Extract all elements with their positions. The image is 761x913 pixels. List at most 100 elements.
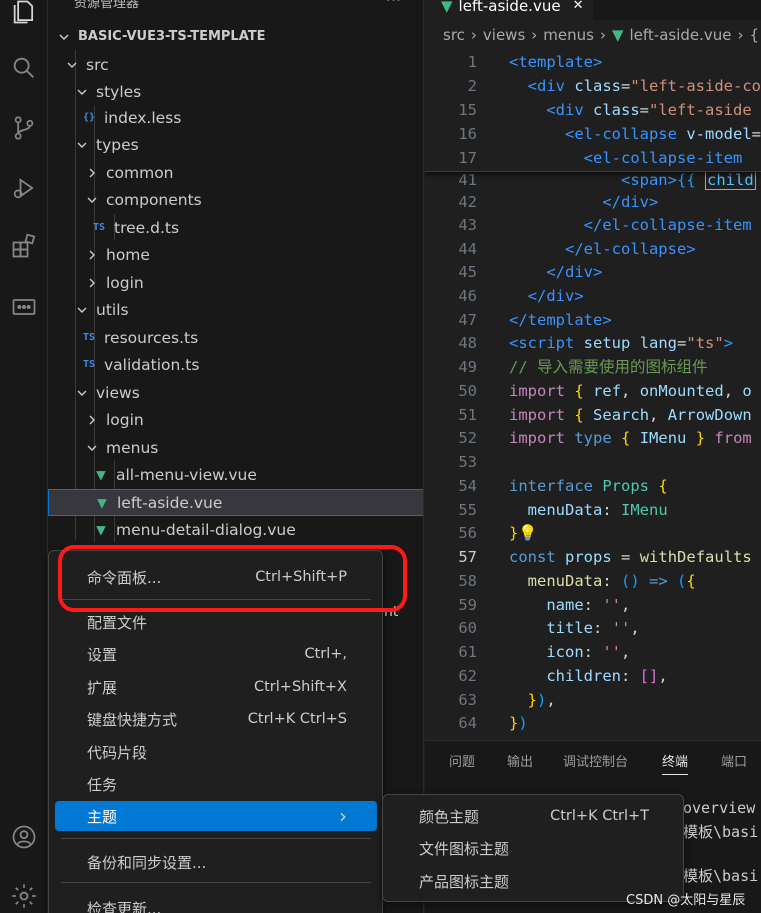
code-line[interactable]: 15 <div class="left-aside (425, 98, 761, 122)
code-line[interactable]: 47 </template> (425, 308, 761, 332)
extensions-icon[interactable] (0, 222, 48, 270)
code-line[interactable]: 2 <div class="left-aside-co (425, 74, 761, 98)
tree-folder-styles[interactable]: styles (48, 78, 423, 105)
code-line[interactable]: 64}) (425, 711, 761, 735)
tab-debug-console[interactable]: 调试控制台 (563, 751, 628, 770)
code-line[interactable]: 46 </div> (425, 284, 761, 308)
code-line[interactable]: 16 <el-collapse v-model= (425, 122, 761, 146)
code-line[interactable]: 55 menuData: IMenu (425, 498, 761, 522)
menu-item-keyboard-shortcuts[interactable]: 键盘快捷方式 Ctrl+K Ctrl+S (55, 704, 377, 734)
tab-output[interactable]: 输出 (507, 751, 533, 770)
breadcrumb-item[interactable]: { (750, 26, 760, 44)
tree-file-all-menu-view[interactable]: ▼ all-menu-view.vue (48, 461, 423, 488)
tree-item-label: index.less (104, 108, 182, 127)
menu-item-settings[interactable]: 设置 Ctrl+, (55, 639, 377, 669)
code-line[interactable]: 54 interface Props { (425, 474, 761, 498)
breadcrumb-item[interactable]: src (443, 26, 465, 44)
tree-folder-login[interactable]: login (48, 269, 423, 296)
run-debug-icon[interactable] (0, 164, 48, 212)
code-line[interactable]: 63 }), (425, 688, 761, 712)
tree-file-tree-d-ts[interactable]: TS tree.d.ts (48, 214, 423, 241)
code-line[interactable]: 61 icon: '', (425, 640, 761, 664)
menu-item-check-updates[interactable]: 检查更新... (55, 893, 377, 913)
breadcrumb-item[interactable]: views (483, 26, 525, 44)
tab-ports[interactable]: 端口 (721, 751, 747, 770)
tree-item-label: views (96, 383, 140, 402)
tree-folder-utils[interactable]: utils (48, 296, 423, 323)
account-icon[interactable] (0, 813, 48, 861)
tree-item-label: resources.ts (104, 328, 199, 347)
menu-item-color-theme[interactable]: 颜色主题 Ctrl+K Ctrl+T (389, 801, 679, 831)
menu-separator (61, 838, 371, 839)
tree-folder-views[interactable]: views (48, 379, 423, 406)
search-icon[interactable] (0, 44, 48, 92)
menu-item-snippets[interactable]: 代码片段 (55, 737, 377, 767)
code-line[interactable]: 59 name: '', (425, 593, 761, 617)
chevron-down-icon (64, 59, 80, 71)
tree-folder-src[interactable]: src (48, 51, 423, 78)
tree-folder-home[interactable]: home (48, 241, 423, 268)
terminal-line: overview (683, 799, 756, 817)
tree-file-resources-ts[interactable]: TS resources.ts (48, 324, 423, 351)
lightbulb-icon[interactable]: 💡 (518, 524, 537, 542)
breadcrumb-item[interactable]: menus (543, 26, 594, 44)
line-number: 57 (458, 548, 477, 566)
menu-item-extensions[interactable]: 扩展 Ctrl+Shift+X (55, 672, 377, 702)
line-number: 61 (458, 643, 477, 661)
chevron-down-icon (74, 387, 90, 399)
menu-item-backup-sync[interactable]: 备份和同步设置... (55, 847, 377, 877)
line-number: 15 (458, 101, 477, 119)
tree-file-left-aside[interactable]: ▼ left-aside.vue (48, 489, 423, 516)
code-line[interactable]: 60 title: '', (425, 616, 761, 640)
code-line[interactable]: 53 (425, 450, 761, 474)
code-line[interactable]: 58 menuData: () => ({ (425, 569, 761, 593)
source-control-icon[interactable] (0, 104, 48, 152)
code-line[interactable]: 52 import type { IMenu } from (425, 426, 761, 450)
menu-item-tasks[interactable]: 任务 (55, 769, 377, 799)
tree-root[interactable]: BASIC-VUE3-TS-TEMPLATE (48, 23, 423, 50)
line-number: 50 (458, 382, 477, 400)
menu-item-themes[interactable]: 主题 › (55, 801, 377, 831)
code-line[interactable]: 51 import { Search, ArrowDown (425, 403, 761, 427)
code-line[interactable]: 48 <script setup lang="ts"> (425, 331, 761, 355)
tree-file-index-less[interactable]: {} index.less (48, 104, 423, 131)
menu-item-file-icon-theme[interactable]: 文件图标主题 (389, 833, 679, 863)
line-number: 16 (458, 125, 477, 143)
code-line[interactable]: 1 <template> (425, 50, 761, 74)
explorer-icon[interactable] (0, 0, 48, 36)
code-line[interactable]: 50 import { ref, onMounted, o (425, 379, 761, 403)
remote-explorer-icon[interactable] (0, 283, 48, 331)
code-line[interactable]: 57 const props = withDefaults (425, 545, 761, 569)
vue-file-icon: ▼ (611, 26, 624, 44)
tree-file-validation-ts[interactable]: TS validation.ts (48, 351, 423, 378)
gear-icon[interactable] (0, 872, 48, 913)
tree-item-label: login (106, 410, 144, 429)
close-icon[interactable]: ✕ (573, 0, 584, 13)
tree-item-label: common (106, 163, 174, 182)
code-line[interactable]: 49// 导入需要使用的图标组件 (425, 355, 761, 379)
chevron-down-icon (84, 442, 100, 454)
menu-item-label: 代码片段 (87, 743, 148, 762)
code-line[interactable]: 62 children: [], (425, 664, 761, 688)
tab-left-aside-vue[interactable]: ▼ left-aside.vue ✕ (425, 0, 593, 20)
tree-folder-menus[interactable]: menus (48, 434, 423, 461)
tree-folder-components[interactable]: components (48, 186, 423, 213)
code-line[interactable]: 56}💡 (425, 521, 761, 545)
breadcrumb-item[interactable]: left-aside.vue (629, 26, 731, 44)
code-line[interactable]: 43 </el-collapse-item (425, 213, 761, 237)
tree-folder-types[interactable]: types (48, 131, 423, 158)
tree-folder-common[interactable]: common (48, 159, 423, 186)
code-line[interactable]: 44 </el-collapse> (425, 237, 761, 261)
tab-problems[interactable]: 问题 (449, 751, 475, 770)
more-actions-icon[interactable]: ··· (386, 0, 401, 9)
line-number: 59 (458, 596, 477, 614)
code-line[interactable]: 45 </div> (425, 260, 761, 284)
chevron-right-icon: › (737, 26, 744, 44)
chevron-right-icon: › (470, 26, 477, 44)
tree-file-menu-detail-dialog[interactable]: ▼ menu-detail-dialog.vue (48, 516, 423, 543)
tab-terminal[interactable]: 终端 (662, 751, 689, 775)
tree-folder-views-login[interactable]: login (48, 406, 423, 433)
code-line[interactable]: 17 <el-collapse-item (425, 146, 761, 170)
code-line[interactable]: 42 </div> (425, 190, 761, 214)
tree-item-label: src (86, 55, 109, 74)
